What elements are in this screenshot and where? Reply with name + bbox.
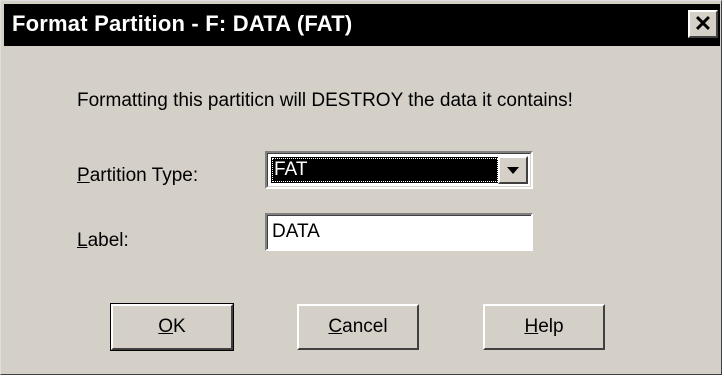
warning-message: Formatting this partiticn will DESTROY t… <box>77 90 573 111</box>
partition-type-label: Partition Type: <box>77 164 198 188</box>
close-button[interactable]: ✕ <box>688 10 718 38</box>
help-mnemonic: H <box>524 316 539 337</box>
partition-type-dropdown-well: FAT <box>267 153 531 187</box>
window-title: Format Partition - F: DATA (FAT) <box>12 11 353 36</box>
help-button[interactable]: Help <box>483 304 605 350</box>
format-partition-dialog: Format Partition - F: DATA (FAT) ✕ Forma… <box>0 0 722 375</box>
ok-label: K <box>173 316 186 337</box>
ok-button[interactable]: OK <box>110 303 234 351</box>
ok-mnemonic: O <box>158 316 174 337</box>
partition-type-dropdown[interactable]: FAT <box>265 151 533 189</box>
partition-type-mnemonic: P <box>77 165 90 186</box>
partition-type-selected-value[interactable]: FAT <box>271 157 499 183</box>
partition-type-label-text: artition Type: <box>89 165 199 186</box>
label-field-mnemonic: L <box>77 230 88 251</box>
label-field-label: Label: <box>77 229 129 253</box>
help-label: elp <box>538 316 564 337</box>
close-icon: ✕ <box>693 11 713 36</box>
volume-label-input[interactable] <box>265 213 533 251</box>
title-bar[interactable]: Format Partition - F: DATA (FAT) ✕ <box>4 4 720 46</box>
dropdown-arrow-button[interactable] <box>498 156 528 184</box>
cancel-label: ancel <box>342 316 388 337</box>
cancel-mnemonic: C <box>328 316 343 337</box>
chevron-down-icon <box>507 166 519 174</box>
cancel-button[interactable]: Cancel <box>297 304 419 350</box>
label-field-label-text: abel: <box>87 230 129 251</box>
